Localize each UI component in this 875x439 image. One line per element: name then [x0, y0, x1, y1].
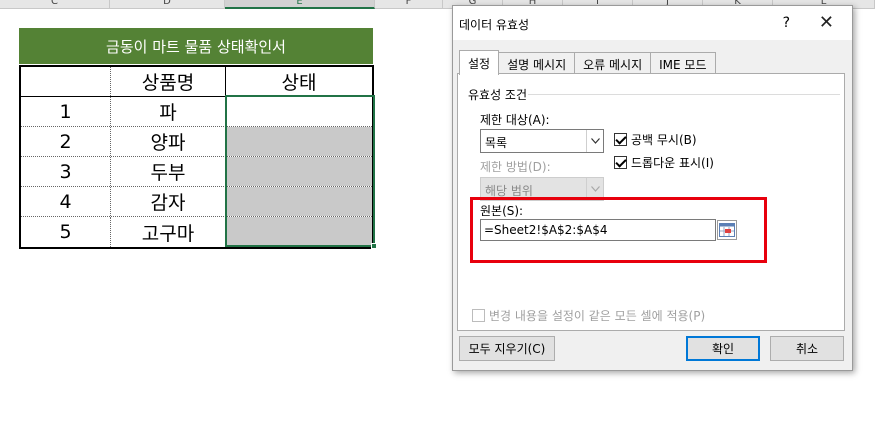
ignore-blank-checkbox[interactable]: 공백 무시(B)	[614, 131, 697, 148]
number-cell[interactable]: 3	[21, 157, 111, 186]
settings-panel: 유효성 조건 제한 대상(A): 목록 공백 무시(B) 드롭다운 표시(I) …	[457, 73, 845, 331]
ignore-blank-label: 공백 무시(B)	[631, 133, 697, 147]
tab-ime-mode[interactable]: IME 모드	[650, 52, 716, 75]
in-cell-dropdown-label: 드롭다운 표시(I)	[631, 156, 714, 170]
product-cell[interactable]: 양파	[111, 127, 226, 156]
apply-to-all-label: 변경 내용을 설정이 같은 모든 셀에 적용(P)	[489, 309, 706, 323]
allow-label: 제한 대상(A):	[480, 113, 550, 127]
data-validation-dialog: 데이터 유효성 ? ✕ 설정 설명 메시지 오류 메시지 IME 모드 유효성 …	[452, 5, 853, 371]
product-cell[interactable]: 파	[111, 97, 226, 126]
close-button[interactable]: ✕	[819, 12, 834, 33]
allow-dropdown-value: 목록	[485, 136, 508, 150]
product-status-table: 상품명 상태 1 파 2 양파 3 두부 4 감자 5 고구마	[19, 65, 374, 249]
header-cell-number[interactable]	[21, 67, 111, 96]
column-header-c[interactable]: C	[0, 0, 110, 9]
table-row: 1 파	[21, 97, 372, 127]
status-cell[interactable]	[226, 97, 372, 126]
table-row: 3 두부	[21, 157, 372, 187]
checkbox-checked-icon	[614, 133, 627, 146]
dialog-tabs: 설정 설명 메시지 오류 메시지 IME 모드	[459, 50, 716, 75]
checkbox-unchecked-icon	[472, 309, 485, 322]
table-header-row: 상품명 상태	[21, 67, 372, 97]
table-row: 5 고구마	[21, 217, 372, 247]
apply-to-all-checkbox[interactable]: 변경 내용을 설정이 같은 모든 셀에 적용(P)	[472, 307, 705, 324]
chevron-down-icon	[586, 130, 603, 152]
dialog-title-bar[interactable]: 데이터 유효성 ? ✕	[453, 6, 852, 40]
dialog-title: 데이터 유효성	[459, 18, 530, 32]
validation-criteria-group-title: 유효성 조건	[468, 88, 528, 102]
source-input-value: =Sheet2!$A$2:$A$4	[484, 223, 608, 237]
status-cell[interactable]	[226, 187, 372, 216]
help-button[interactable]: ?	[783, 15, 790, 31]
number-cell[interactable]: 5	[21, 217, 111, 247]
range-select-icon	[719, 223, 735, 237]
data-label: 제한 방법(D):	[480, 160, 551, 174]
header-cell-status[interactable]: 상태	[226, 67, 372, 96]
table-row: 4 감자	[21, 187, 372, 217]
number-cell[interactable]: 2	[21, 127, 111, 156]
allow-dropdown[interactable]: 목록	[480, 129, 604, 153]
clear-all-button[interactable]: 모두 지우기(C)	[459, 336, 555, 361]
chevron-down-icon	[586, 178, 603, 200]
column-header-f[interactable]: F	[375, 0, 443, 9]
status-cell[interactable]	[226, 157, 372, 186]
number-cell[interactable]: 4	[21, 187, 111, 216]
group-divider	[528, 94, 840, 95]
column-header-d[interactable]: D	[110, 0, 225, 9]
source-label: 원본(S):	[480, 204, 524, 218]
source-input[interactable]: =Sheet2!$A$2:$A$4	[480, 219, 716, 241]
header-cell-product[interactable]: 상품명	[111, 67, 226, 96]
product-cell[interactable]: 두부	[111, 157, 226, 186]
tab-settings[interactable]: 설정	[459, 50, 500, 75]
cancel-button[interactable]: 취소	[770, 336, 844, 361]
table-row: 2 양파	[21, 127, 372, 157]
status-cell[interactable]	[226, 127, 372, 156]
tab-error-alert[interactable]: 오류 메시지	[574, 52, 652, 75]
data-dropdown-value: 해당 범위	[485, 184, 533, 198]
column-header-e[interactable]: E	[225, 0, 375, 9]
range-select-button[interactable]	[717, 220, 737, 240]
product-cell[interactable]: 고구마	[111, 217, 226, 247]
tab-input-message[interactable]: 설명 메시지	[498, 52, 576, 75]
number-cell[interactable]: 1	[21, 97, 111, 126]
sheet-banner-title[interactable]: 금동이 마트 물품 상태확인서	[19, 28, 373, 64]
checkbox-checked-icon	[614, 156, 627, 169]
data-dropdown: 해당 범위	[480, 177, 604, 201]
in-cell-dropdown-checkbox[interactable]: 드롭다운 표시(I)	[614, 154, 714, 171]
ok-button[interactable]: 확인	[686, 336, 760, 361]
product-cell[interactable]: 감자	[111, 187, 226, 216]
status-cell[interactable]	[226, 217, 372, 247]
